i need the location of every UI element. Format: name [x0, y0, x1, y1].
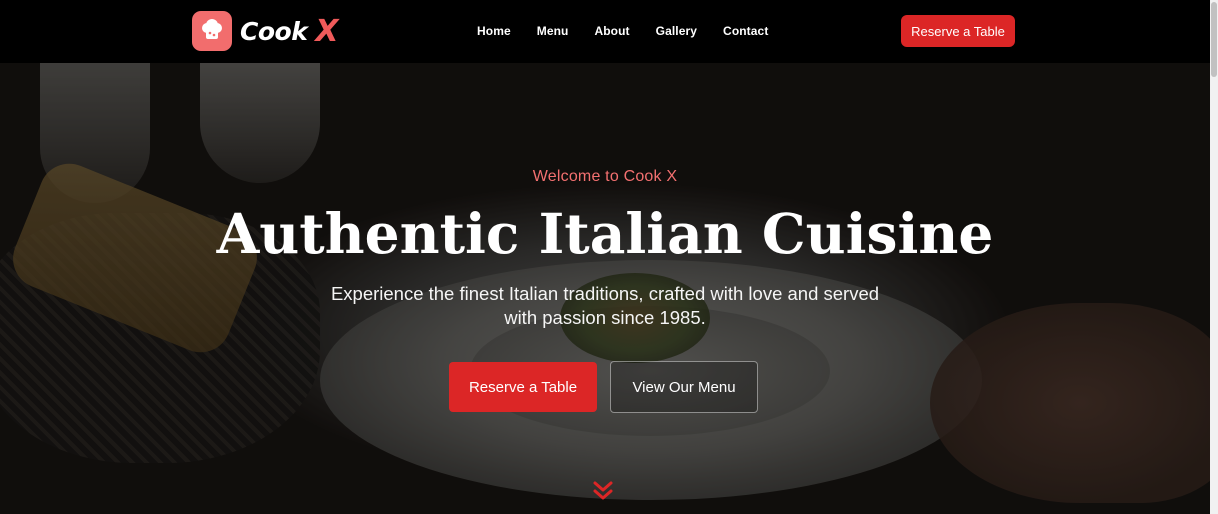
double-chevron-down-icon[interactable] — [592, 480, 614, 502]
nav-link-about[interactable]: About — [594, 24, 629, 38]
nav-link-gallery[interactable]: Gallery — [656, 24, 697, 38]
main-navigation: Home Menu About Gallery Contact — [477, 24, 794, 38]
hero-subtitle-line2: with passion since 1985. — [504, 307, 706, 328]
hero-subtitle: Experience the finest Italian traditions… — [305, 282, 905, 330]
reserve-table-button[interactable]: Reserve a Table — [449, 362, 597, 412]
hero-section: Welcome to Cook X Authentic Italian Cuis… — [0, 63, 1210, 514]
brand-accent: X — [315, 13, 338, 49]
brand-logo-link[interactable]: Cook X — [192, 11, 338, 51]
brand-name: Cook — [240, 16, 308, 46]
hero-subtitle-line1: Experience the finest Italian traditions… — [330, 283, 880, 304]
view-menu-button[interactable]: View Our Menu — [610, 361, 758, 413]
navbar: Cook X Home Menu About Gallery Contact R… — [0, 0, 1210, 63]
vertical-scrollbar[interactable] — [1210, 0, 1218, 514]
hero-tagline: Welcome to Cook X — [532, 168, 678, 185]
scrollbar-thumb[interactable] — [1211, 2, 1217, 77]
hero-title: Authentic Italian Cuisine — [216, 201, 994, 266]
chef-hat-icon — [192, 11, 232, 51]
nav-link-menu[interactable]: Menu — [537, 24, 569, 38]
nav-reserve-button[interactable]: Reserve a Table — [901, 15, 1015, 47]
nav-link-contact[interactable]: Contact — [723, 24, 768, 38]
nav-link-home[interactable]: Home — [477, 24, 511, 38]
